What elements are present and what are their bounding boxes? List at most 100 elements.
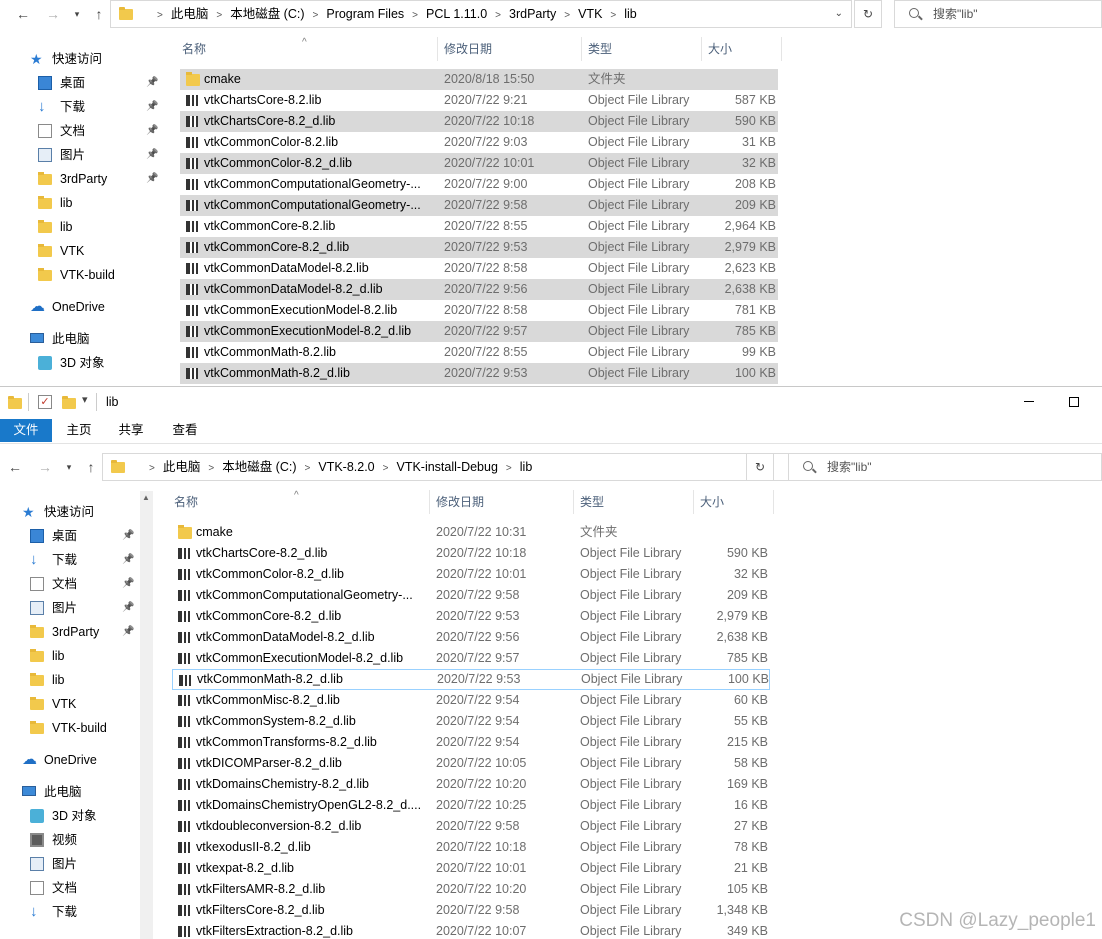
nav-item-4[interactable]: 图片 📌 (30, 597, 140, 619)
chevron-right-icon[interactable]: > (157, 10, 163, 21)
breadcrumb-item[interactable]: 本地磁盘 (C:) (230, 7, 304, 21)
back-button[interactable]: ← (14, 5, 32, 23)
file-row[interactable]: vtkCommonCore-8.2_d.lib 2020/7/22 9:53 Obj… (172, 606, 770, 627)
file-row[interactable]: vtkFiltersCore-8.2_d.lib 2020/7/22 9:58 Ob… (172, 900, 770, 921)
breadcrumb-item[interactable]: lib (624, 7, 637, 21)
nav-item-14[interactable]: 图片 (30, 853, 140, 875)
back-button[interactable]: ← (6, 458, 24, 476)
nav-item-10[interactable]: ☁ OneDrive (22, 749, 140, 771)
pin-icon[interactable]: 📌 (146, 144, 158, 166)
nav-item-3[interactable]: 文档 📌 (30, 573, 140, 595)
tab-share[interactable]: 共享 (106, 419, 156, 442)
file-row[interactable]: vtkexpat-8.2_d.lib 2020/7/22 10:01 Object … (172, 858, 770, 879)
file-row[interactable]: vtkCommonMath-8.2_d.lib 2020/7/22 9:53 Obj… (172, 669, 770, 690)
nav-item-7[interactable]: lib (30, 669, 140, 691)
refresh-button[interactable]: ↻ (854, 0, 882, 28)
tab-home[interactable]: 主页 (54, 419, 104, 442)
address-bar[interactable]: > 此电脑 > 本地磁盘 (C:) > VTK-8.2.0 > VTK-install-Deb… (102, 453, 844, 481)
search-input[interactable]: 搜索"lib" (933, 1, 978, 27)
file-row[interactable]: vtkCommonMath-8.2.lib 2020/7/22 8:55 Objec… (180, 342, 778, 363)
file-row[interactable]: vtkexodusII-8.2_d.lib 2020/7/22 10:18 Obje… (172, 837, 770, 858)
file-row[interactable]: vtkdoubleconversion-8.2_d.lib 2020/7/22 9… (172, 816, 770, 837)
breadcrumb-item[interactable]: VTK-8.2.0 (318, 460, 374, 474)
file-row[interactable]: cmake 2020/7/22 10:31 文件夹 (172, 522, 770, 543)
nav-item-13[interactable]: 视频 (30, 829, 140, 851)
recent-locations-button[interactable]: ▾ (68, 5, 86, 23)
file-row[interactable]: vtkCommonTransforms-8.2_d.lib 2020/7/22 9… (172, 732, 770, 753)
file-row[interactable]: vtkCommonComputationalGeometry-... 2020/7… (172, 585, 770, 606)
nav-item-11[interactable]: 此电脑 (30, 328, 165, 350)
minimize-button[interactable] (1024, 401, 1034, 402)
column-type[interactable]: 类型 (574, 490, 694, 514)
nav-item-6[interactable]: lib (38, 192, 165, 214)
chevron-right-icon[interactable]: > (564, 10, 570, 21)
chevron-down-icon[interactable]: ⌄ (835, 1, 843, 27)
file-row[interactable]: vtkCommonDataModel-8.2_d.lib 2020/7/22 9:… (180, 279, 778, 300)
file-row[interactable]: vtkCommonExecutionModel-8.2_d.lib 2020/7/… (172, 648, 770, 669)
nav-item-9[interactable]: VTK-build (38, 264, 165, 286)
nav-item-12[interactable]: 3D 对象 (30, 805, 140, 827)
column-date[interactable]: 修改日期 (438, 37, 582, 61)
chevron-right-icon[interactable]: > (313, 10, 319, 21)
nav-item-0[interactable]: ★ 快速访问 (30, 48, 165, 70)
chevron-right-icon[interactable]: > (149, 463, 155, 474)
file-row[interactable]: vtkChartsCore-8.2_d.lib 2020/7/22 10:18 Ob… (172, 543, 770, 564)
pin-icon[interactable]: 📌 (122, 597, 134, 619)
pin-icon[interactable]: 📌 (146, 168, 158, 190)
file-row[interactable]: vtkDomainsChemistry-8.2_d.lib 2020/7/22 1… (172, 774, 770, 795)
chevron-right-icon[interactable]: > (506, 463, 512, 474)
column-type[interactable]: 类型 (582, 37, 702, 61)
nav-item-3[interactable]: 文档 📌 (38, 120, 165, 142)
nav-item-0[interactable]: ★ 快速访问 (22, 501, 140, 523)
breadcrumb-item[interactable]: VTK-install-Debug (396, 460, 497, 474)
nav-item-5[interactable]: 3rdParty 📌 (38, 168, 165, 190)
breadcrumb-item[interactable]: lib (520, 460, 533, 474)
file-row[interactable]: vtkCommonExecutionModel-8.2_d.lib 2020/7/… (180, 321, 778, 342)
breadcrumb[interactable]: > 此电脑 > 本地磁盘 (C:) > Program Files > PCL 1.11.0 >… (149, 1, 637, 29)
pin-icon[interactable]: 📌 (122, 621, 134, 643)
chevron-right-icon[interactable]: > (412, 10, 418, 21)
chevron-right-icon[interactable]: > (610, 10, 616, 21)
nav-item-1[interactable]: 桌面 📌 (38, 72, 165, 94)
pin-icon[interactable]: 📌 (122, 549, 134, 571)
file-row[interactable]: vtkCommonColor-8.2_d.lib 2020/7/22 10:01 O… (172, 564, 770, 585)
breadcrumb-item[interactable]: 此电脑 (163, 460, 201, 474)
nav-item-9[interactable]: VTK-build (30, 717, 140, 739)
chevron-right-icon[interactable]: > (216, 10, 222, 21)
breadcrumb-item[interactable]: Program Files (326, 7, 404, 21)
column-size[interactable]: 大小 (694, 490, 774, 514)
nav-item-2[interactable]: ↓ 下载 📌 (30, 549, 140, 571)
nav-item-1[interactable]: 桌面 📌 (30, 525, 140, 547)
file-row[interactable]: vtkCommonSystem-8.2_d.lib 2020/7/22 9:54 O… (172, 711, 770, 732)
nav-item-16[interactable]: ↓ 下载 (30, 901, 140, 923)
column-size[interactable]: 大小 (702, 37, 782, 61)
file-row[interactable]: cmake 2020/8/18 15:50 文件夹 (180, 69, 778, 90)
breadcrumb[interactable]: > 此电脑 > 本地磁盘 (C:) > VTK-8.2.0 > VTK-install-Deb… (141, 454, 532, 482)
file-row[interactable]: vtkFiltersExtraction-8.2_d.lib 2020/7/22 … (172, 921, 770, 939)
tab-view[interactable]: 查看 (158, 419, 212, 442)
breadcrumb-item[interactable]: VTK (578, 7, 602, 21)
breadcrumb-item[interactable]: 本地磁盘 (C:) (222, 460, 296, 474)
address-bar[interactable]: > 此电脑 > 本地磁盘 (C:) > Program Files > PCL 1.11.0 >… (110, 0, 852, 28)
nav-item-6[interactable]: lib (30, 645, 140, 667)
search-box[interactable]: 搜索"lib" (788, 453, 1102, 481)
chevron-right-icon[interactable]: > (495, 10, 501, 21)
chevron-right-icon[interactable]: > (383, 463, 389, 474)
file-row[interactable]: vtkCommonComputationalGeometry-... 2020/7… (180, 195, 778, 216)
new-folder-icon[interactable] (62, 396, 76, 409)
file-row[interactable]: vtkCommonDataModel-8.2.lib 2020/7/22 8:58… (180, 258, 778, 279)
file-row[interactable]: vtkCommonMisc-8.2_d.lib 2020/7/22 9:54 Obj… (172, 690, 770, 711)
pin-icon[interactable]: 📌 (146, 72, 158, 94)
file-row[interactable]: vtkChartsCore-8.2_d.lib 2020/7/22 10:18 Ob… (180, 111, 778, 132)
file-row[interactable]: vtkDomainsChemistryOpenGL2-8.2_d.... 2020… (172, 795, 770, 816)
file-row[interactable]: vtkCommonColor-8.2_d.lib 2020/7/22 10:01 O… (180, 153, 778, 174)
column-name[interactable]: 名称 (176, 37, 438, 61)
file-row[interactable]: vtkCommonDataModel-8.2_d.lib 2020/7/22 9:… (172, 627, 770, 648)
chevron-right-icon[interactable]: > (305, 463, 311, 474)
nav-item-8[interactable]: VTK (30, 693, 140, 715)
file-row[interactable]: vtkChartsCore-8.2.lib 2020/7/22 9:21 Objec… (180, 90, 778, 111)
forward-button[interactable]: → (36, 458, 54, 476)
refresh-button[interactable]: ↻ (746, 453, 774, 481)
nav-item-2[interactable]: ↓ 下载 📌 (38, 96, 165, 118)
nav-item-7[interactable]: lib (38, 216, 165, 238)
